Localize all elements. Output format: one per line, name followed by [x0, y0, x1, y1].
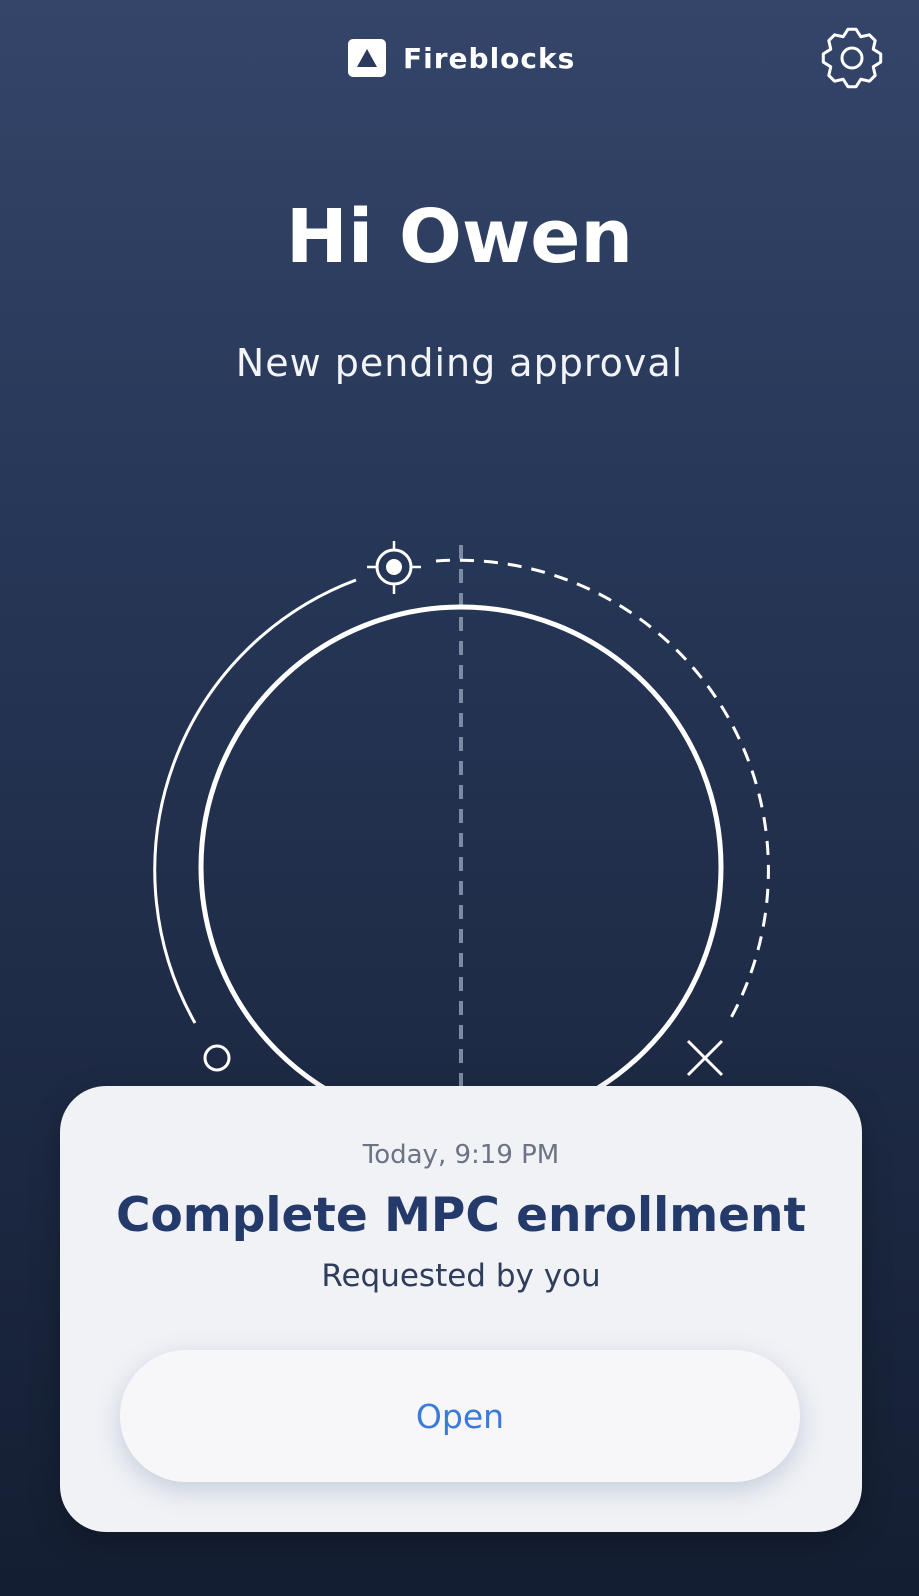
crosshair-icon	[367, 541, 421, 594]
dial-outer-arc-solid	[153, 578, 357, 1024]
dial-outer-arc-dashed	[435, 558, 770, 1026]
approval-card: Today, 9:19 PM Complete MPC enrollment R…	[60, 1086, 862, 1532]
close-icon	[686, 1039, 724, 1077]
brand-name: Fireblocks	[403, 41, 576, 75]
approval-timestamp: Today, 9:19 PM	[362, 1140, 560, 1170]
open-button[interactable]: Open	[120, 1350, 800, 1482]
approval-title: Complete MPC enrollment	[116, 1188, 806, 1243]
app-header: Fireblocks	[0, 0, 919, 120]
pending-approval-subtitle: New pending approval	[235, 341, 684, 385]
approval-requester: Requested by you	[321, 1258, 601, 1294]
dial-inner-circle	[198, 604, 724, 1130]
fireblocks-logo-icon	[348, 39, 386, 77]
brand-logo: Fireblocks	[348, 38, 575, 78]
greeting-title: Hi Owen	[285, 194, 634, 280]
circle-icon	[203, 1044, 231, 1072]
settings-gear-icon[interactable]	[818, 24, 886, 92]
